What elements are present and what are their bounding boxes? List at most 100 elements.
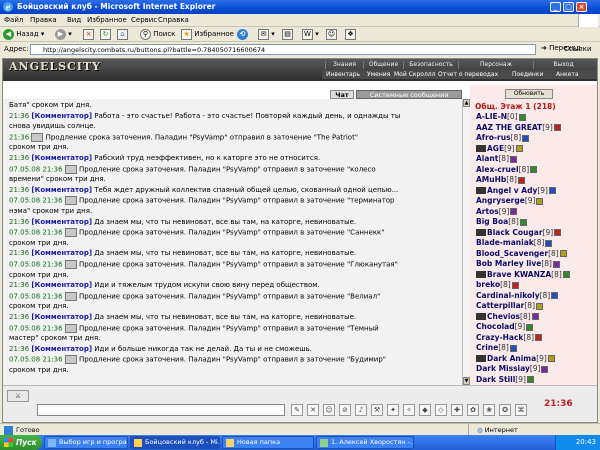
player-row[interactable]: Dark Anima[9] [476, 354, 555, 364]
search-button[interactable]: ⚲ Поиск [140, 28, 175, 41]
player-row[interactable]: Dark Missiay[9] [476, 364, 549, 374]
player-row[interactable]: Afro-rus[8] [476, 133, 530, 143]
player-name[interactable]: Artos [476, 207, 499, 216]
menu-favorites[interactable]: Избранное [87, 16, 127, 24]
back-button[interactable]: ◀ Назад ▾ [3, 28, 44, 41]
clear-icon[interactable]: ✕ [307, 404, 319, 416]
player-row[interactable]: Catterpillar[8] [476, 301, 543, 311]
chat-time[interactable]: 21:36 [9, 186, 29, 194]
info-icon[interactable] [522, 134, 530, 142]
info-icon[interactable] [559, 250, 567, 257]
chat-time[interactable]: 07.05.08 21:36 [9, 292, 63, 300]
chat-time[interactable]: 07.05.08 21:36 [9, 165, 63, 173]
player-row[interactable]: Bob Marley live[8] [476, 259, 560, 269]
chat-time[interactable]: 07.05.08 21:36 [9, 324, 63, 332]
links-button[interactable]: Ссылки [564, 45, 592, 53]
task-programs[interactable]: Выбор игр и програми [44, 436, 128, 449]
player-name[interactable]: Angel v Ady [487, 186, 537, 195]
player-name[interactable]: breko [476, 280, 500, 289]
menu-tools[interactable]: Сервис [131, 16, 157, 24]
player-name[interactable]: Dark Missiay [476, 364, 530, 373]
send-icon[interactable]: ✎ [291, 404, 303, 416]
action-icon-4[interactable]: ◇ [435, 404, 447, 416]
player-name[interactable]: Chevios [487, 312, 520, 321]
player-name[interactable]: Big Boa [476, 217, 508, 226]
sound-icon[interactable]: ♪ [355, 404, 367, 416]
chat-time[interactable]: 21:36 [9, 112, 29, 120]
chat-author[interactable]: [Комментатор] [31, 281, 92, 289]
action-icon-6[interactable]: ✿ [467, 404, 479, 416]
player-name[interactable]: Alant [476, 154, 498, 163]
player-row[interactable]: AGE[9] [476, 144, 523, 154]
player-name[interactable]: Blade-maniak [476, 238, 534, 247]
nav-character[interactable]: Персонаж [458, 61, 533, 69]
task-chat-window[interactable]: 1. Алексей Хворостян -... [316, 436, 414, 449]
player-row[interactable]: breko[8] [476, 280, 519, 290]
chat-input[interactable] [37, 404, 285, 416]
action-icon-3[interactable]: ◆ [419, 404, 431, 416]
player-row[interactable]: Big Boa[8] [476, 217, 527, 227]
start-button[interactable]: Пуск [0, 435, 42, 450]
chat-scrollbar[interactable]: ▲ ▼ [462, 99, 470, 385]
info-icon[interactable] [510, 208, 518, 215]
player-name[interactable]: Chocolad [476, 322, 515, 331]
address-input[interactable]: http://angelscity.combats.ru/buttons.pl?… [30, 44, 536, 55]
chat-author[interactable]: [Комментатор] [31, 112, 92, 120]
menu-help[interactable]: Справка [158, 16, 189, 24]
nav-security[interactable]: Безопасность [403, 61, 458, 69]
chat-time[interactable]: 21:36 [9, 154, 29, 162]
player-row[interactable]: Angryserge[9] [476, 196, 544, 206]
chat-time[interactable]: 07.05.08 21:36 [9, 229, 63, 237]
player-name[interactable]: Angryserge [476, 196, 525, 205]
info-icon[interactable] [526, 323, 534, 331]
player-row[interactable]: AMuHb[8] [476, 175, 525, 185]
player-name[interactable]: A-LIE-N [476, 112, 507, 121]
refresh-button[interactable]: ↻ [100, 28, 111, 41]
info-icon[interactable] [510, 155, 517, 163]
player-row[interactable]: Alex-cruel[8] [476, 165, 538, 175]
menu-edit[interactable]: Правка [30, 16, 57, 24]
info-icon[interactable] [531, 313, 539, 320]
info-icon[interactable] [536, 197, 544, 205]
info-icon[interactable] [519, 218, 527, 226]
chat-time[interactable]: 21:36 [9, 281, 29, 289]
nav-exit[interactable]: Выход [533, 61, 593, 69]
forward-button[interactable]: ▶ ▾ [55, 28, 72, 41]
chat-author[interactable]: [Комментатор] [31, 345, 92, 353]
chat-author[interactable]: [Комментатор] [31, 249, 92, 257]
tab-chat[interactable]: Чат [330, 90, 354, 99]
nav-knowledge[interactable]: Знания [325, 61, 363, 69]
link-scroll[interactable]: Мой Скроллл [394, 70, 435, 79]
scroll-down-icon[interactable]: ▼ [463, 377, 470, 385]
player-row[interactable]: Alant[8] [476, 154, 517, 164]
player-row[interactable]: Brave KWANZA[8] [476, 270, 570, 280]
info-icon[interactable] [509, 344, 517, 352]
player-row[interactable]: Cardinal-nikoly[8] [476, 291, 559, 301]
chat-time[interactable]: 07.05.08 21:36 [9, 197, 63, 205]
link-inventory[interactable]: Инвентарь [326, 70, 360, 79]
player-row[interactable]: Black Cougar[9] [476, 228, 562, 238]
player-row[interactable]: AAZ THE GREAT[9] [476, 123, 561, 133]
player-name[interactable]: AAZ THE GREAT [476, 123, 542, 132]
smiley-icon[interactable]: ☺ [323, 404, 335, 416]
chat-mode-icon[interactable]: ⚔ [7, 390, 29, 402]
player-name[interactable]: AGE [487, 144, 504, 153]
info-icon[interactable] [553, 124, 561, 131]
player-name[interactable]: Dark Still [476, 375, 515, 384]
stop-button[interactable]: × [83, 28, 94, 41]
maximize-button[interactable]: □ [563, 2, 574, 12]
action-icon-5[interactable]: ✚ [451, 404, 463, 416]
chat-author[interactable]: [Комментатор] [31, 154, 92, 162]
nav-communication[interactable]: Общение [363, 61, 403, 69]
menu-view[interactable]: Вид [67, 16, 81, 24]
menu-file[interactable]: Файл [4, 16, 23, 24]
close-button[interactable]: × [576, 2, 587, 12]
chat-author[interactable]: [Комментатор] [31, 186, 92, 194]
info-icon[interactable] [552, 260, 560, 268]
info-icon[interactable] [511, 281, 519, 289]
player-name[interactable]: Black Cougar [487, 228, 543, 237]
chat-author[interactable]: [Комментатор] [31, 313, 92, 321]
player-row[interactable]: Blood_Scavenger[8] [476, 249, 567, 259]
player-row[interactable]: Crine[8] [476, 343, 517, 353]
info-icon[interactable] [515, 145, 523, 152]
